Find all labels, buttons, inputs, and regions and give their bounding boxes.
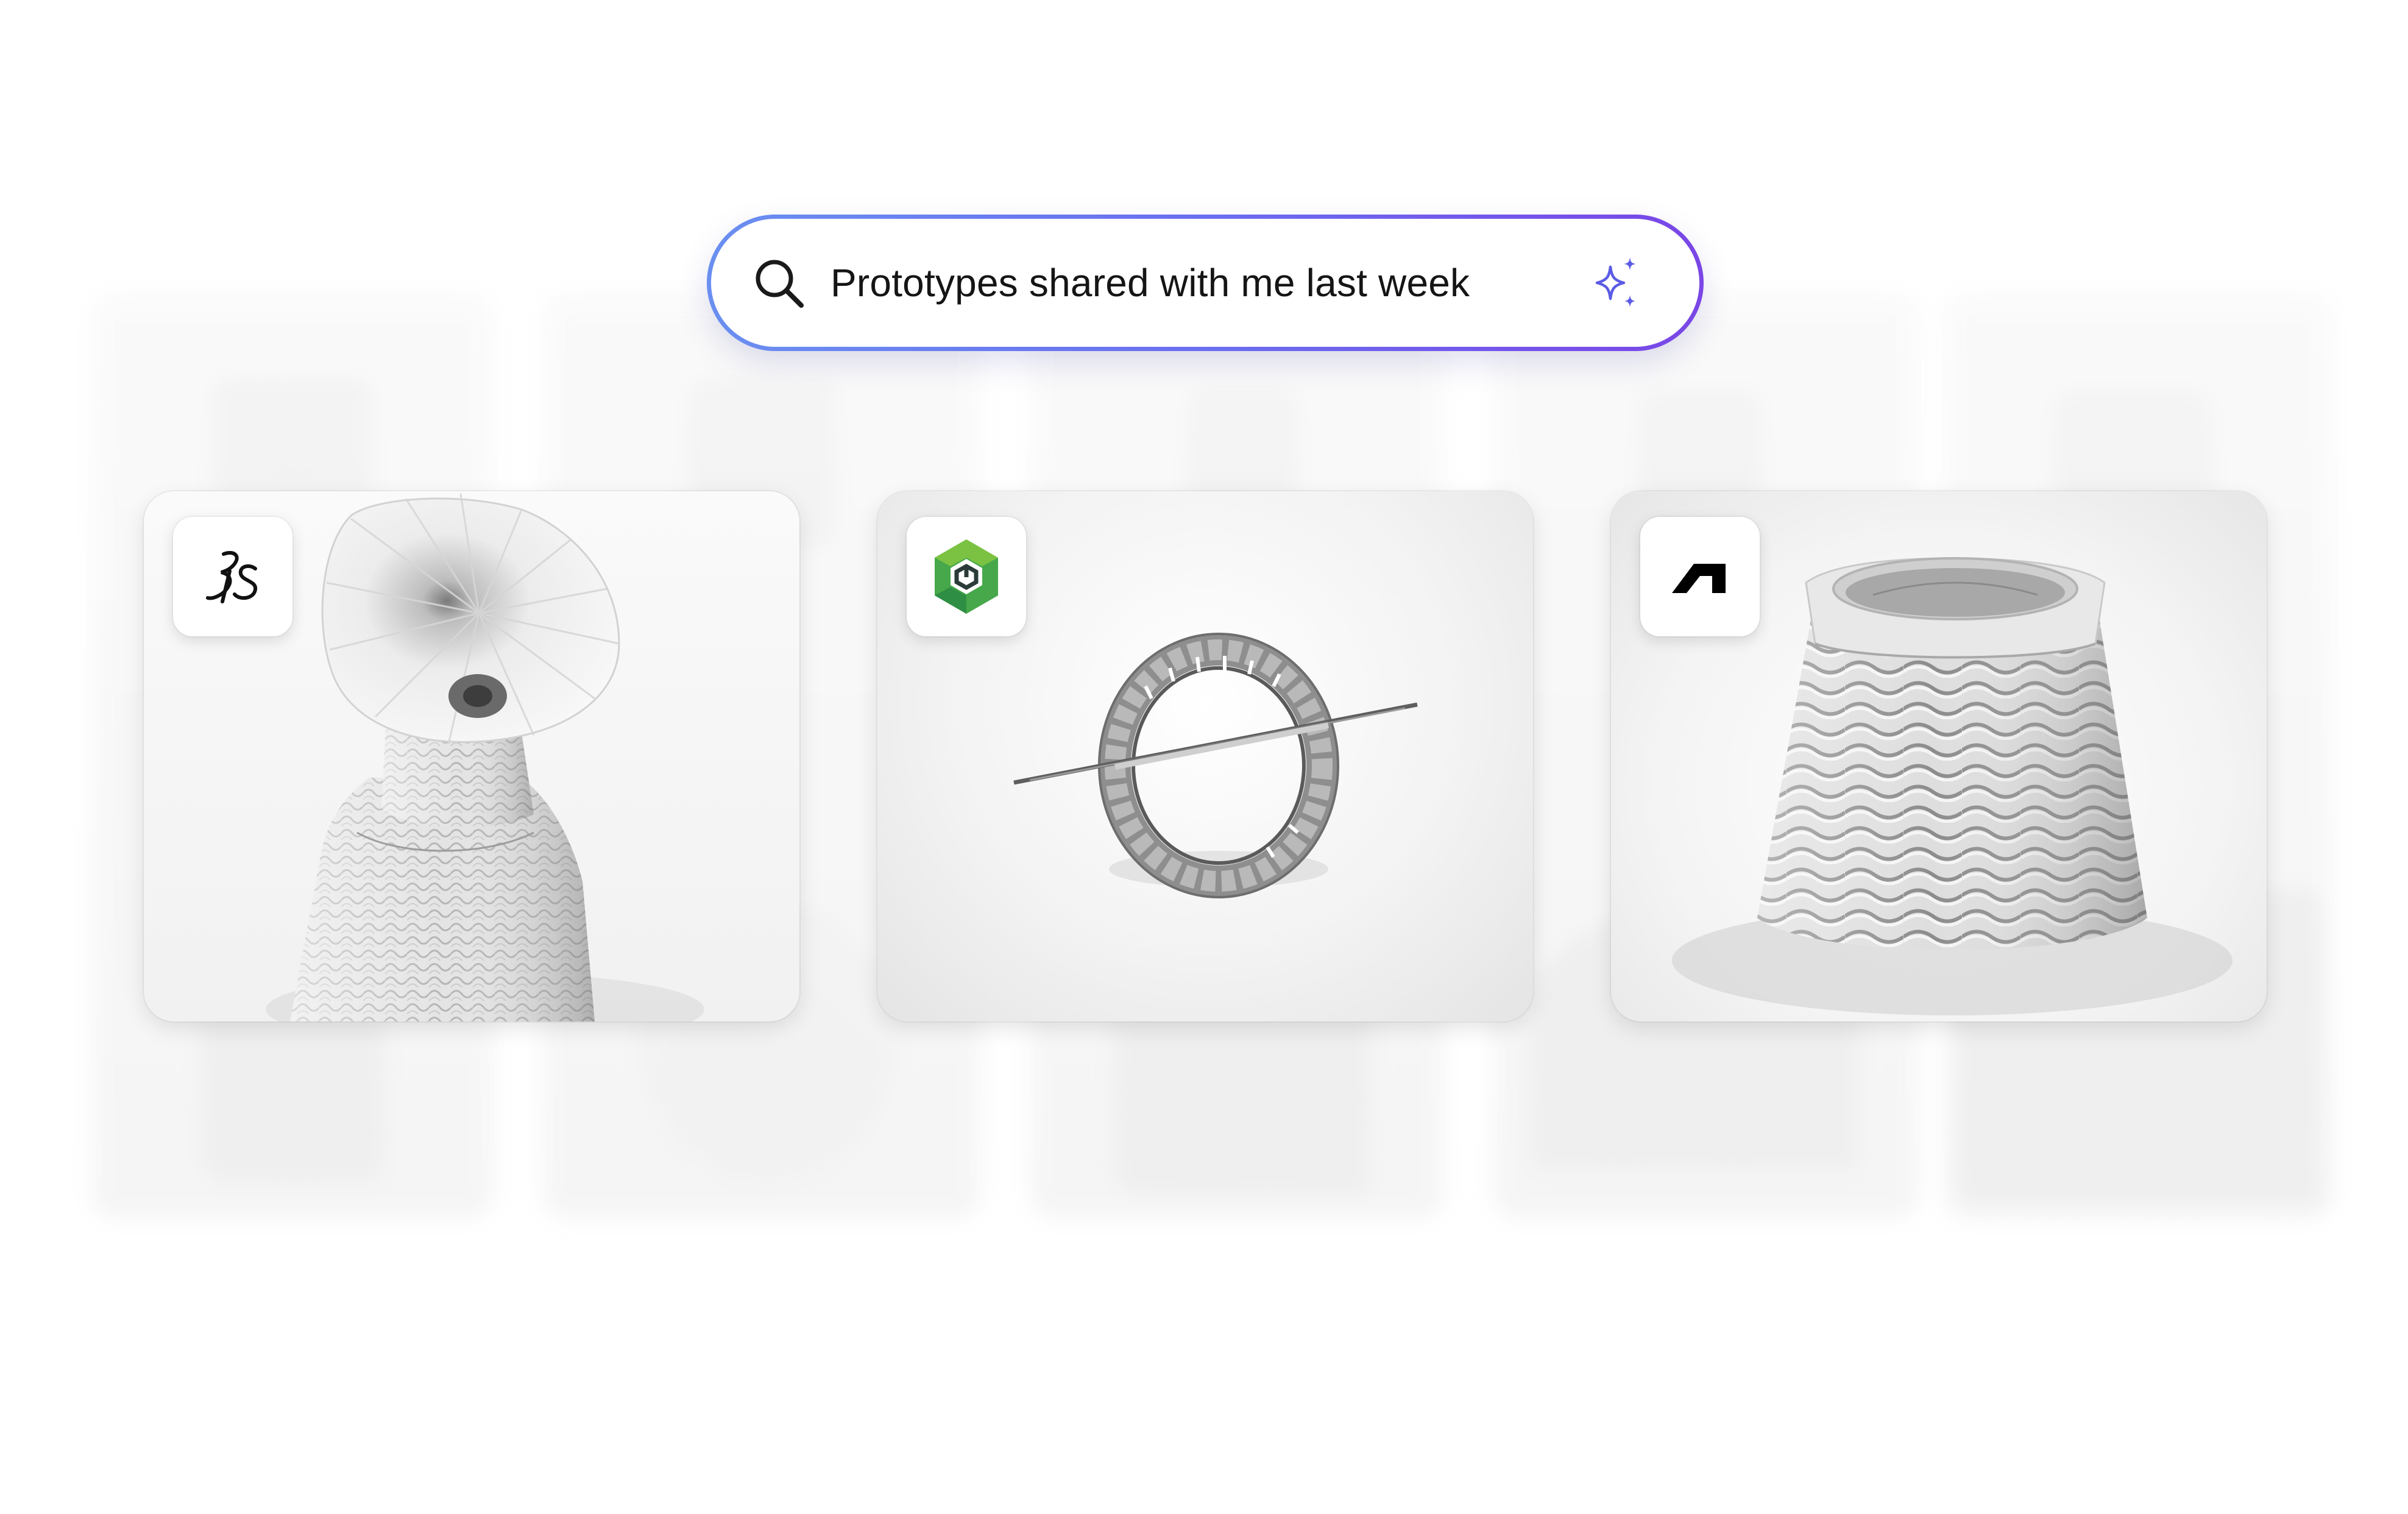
result-card[interactable] [877, 491, 1533, 1022]
result-card[interactable] [144, 491, 799, 1022]
ai-sparkle-icon[interactable] [1586, 254, 1645, 312]
dassault-systemes-logo [206, 551, 257, 603]
search-field[interactable]: Prototypes shared with me last week [711, 219, 1699, 347]
search-bar[interactable]: Prototypes shared with me last week [707, 215, 1704, 351]
search-query-text[interactable]: Prototypes shared with me last week [830, 260, 1586, 305]
search-results-page: Prototypes shared with me last week [0, 0, 2408, 1514]
app-logo-badge [173, 517, 292, 636]
autodesk-logo [1672, 564, 1726, 593]
onshape-logo [935, 539, 998, 614]
search-icon [756, 260, 804, 308]
app-logo-badge [1640, 517, 1760, 636]
result-card[interactable] [1611, 491, 2267, 1022]
app-logo-badge [907, 517, 1026, 636]
